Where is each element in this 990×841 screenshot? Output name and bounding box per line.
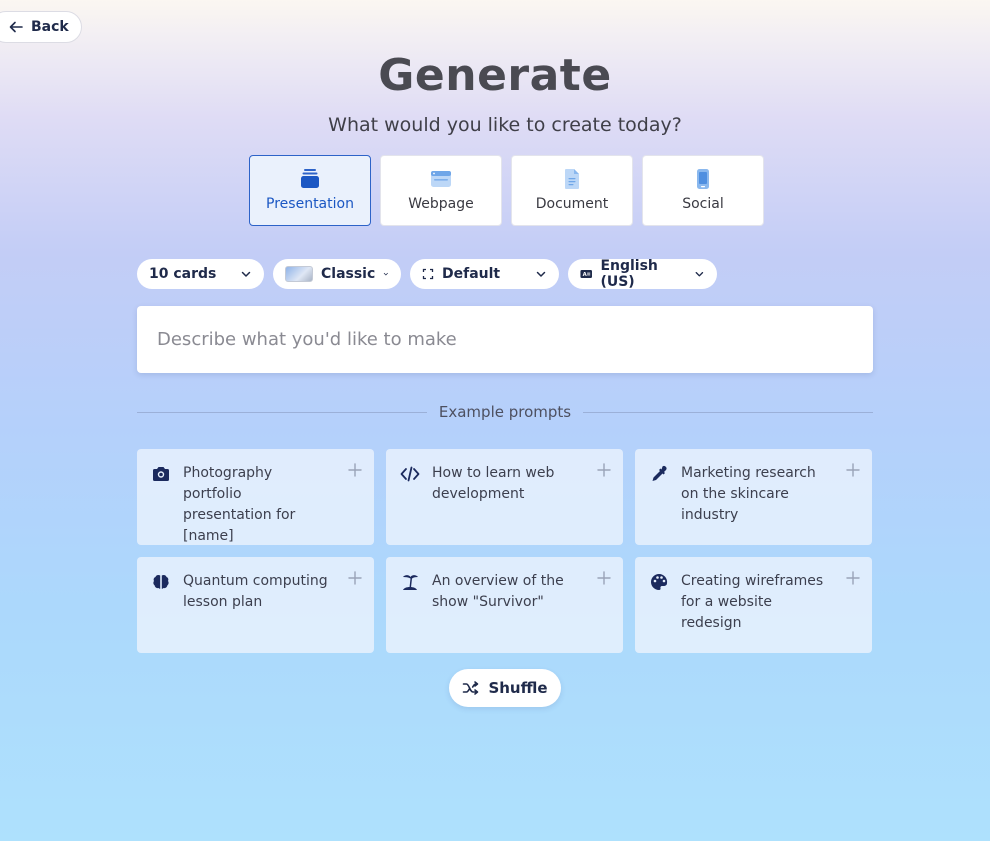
type-webpage[interactable]: Webpage <box>380 155 502 226</box>
example-prompt-card[interactable]: Marketing research on the skincare indus… <box>635 449 872 545</box>
example-prompts-label: Example prompts <box>438 403 572 421</box>
divider-line <box>137 411 427 413</box>
back-button[interactable]: Back <box>0 11 82 43</box>
example-prompt-card[interactable]: Quantum computing lesson plan <box>137 557 374 653</box>
language-icon: A <box>580 270 592 278</box>
example-prompt-card[interactable]: An overview of the show "Survivor" <box>386 557 623 653</box>
generation-options: 10 cards Classic Default A English (US) <box>137 258 717 290</box>
back-label: Back <box>31 19 69 35</box>
palette-icon <box>651 573 668 590</box>
example-prompt-text: How to learn web development <box>432 465 555 502</box>
type-document[interactable]: Document <box>511 155 633 226</box>
prompt-input[interactable] <box>157 329 853 350</box>
document-icon <box>565 169 579 189</box>
content-type-selector: Presentation Webpage Document Social <box>249 155 764 226</box>
prompt-box <box>137 306 873 373</box>
plus-icon <box>348 463 362 477</box>
example-prompt-text: Quantum computing lesson plan <box>183 573 328 610</box>
frame-icon <box>422 268 434 280</box>
type-presentation-label: Presentation <box>266 196 354 212</box>
plus-icon <box>597 463 611 477</box>
shuffle-label: Shuffle <box>488 679 548 697</box>
arrow-left-icon <box>9 21 23 33</box>
social-icon <box>697 169 709 189</box>
brain-icon <box>153 575 169 589</box>
example-prompt-text: Marketing research on the skincare indus… <box>681 465 816 523</box>
example-prompt-text: Creating wireframes for a website redesi… <box>681 573 824 631</box>
layout-dropdown[interactable]: Default <box>410 259 559 289</box>
chevron-down-icon <box>536 271 546 277</box>
divider-line <box>583 411 873 413</box>
chevron-down-icon <box>384 272 389 276</box>
type-social-label: Social <box>682 196 724 212</box>
type-presentation[interactable]: Presentation <box>249 155 371 226</box>
example-prompts-divider: Example prompts <box>137 400 873 424</box>
language-value: English (US) <box>600 258 658 290</box>
example-prompts-grid: Photography portfolio presentation for [… <box>137 449 873 653</box>
code-icon <box>400 466 420 482</box>
page-subtitle: What would you like to create today? <box>328 114 682 136</box>
plus-icon <box>846 463 860 477</box>
example-prompt-card[interactable]: Creating wireframes for a website redesi… <box>635 557 872 653</box>
plus-icon <box>846 571 860 585</box>
language-dropdown[interactable]: A English (US) <box>568 258 717 290</box>
example-prompt-card[interactable]: How to learn web development <box>386 449 623 545</box>
chevron-down-icon <box>695 271 704 277</box>
example-prompt-text: An overview of the show "Survivor" <box>432 573 564 610</box>
dropper-icon <box>652 466 667 481</box>
cards-count-value: 10 cards <box>149 266 217 282</box>
example-prompt-card[interactable]: Photography portfolio presentation for [… <box>137 449 374 545</box>
theme-dropdown[interactable]: Classic <box>273 259 401 289</box>
theme-value: Classic <box>321 266 376 282</box>
example-prompt-text: Photography portfolio presentation for [… <box>183 465 296 544</box>
plus-icon <box>597 571 611 585</box>
webpage-icon <box>431 171 451 187</box>
shuffle-icon <box>463 681 479 695</box>
cards-count-dropdown[interactable]: 10 cards <box>137 259 264 289</box>
plus-icon <box>348 571 362 585</box>
camera-icon <box>153 467 169 481</box>
layout-value: Default <box>442 266 501 282</box>
island-icon <box>403 575 418 590</box>
type-social[interactable]: Social <box>642 155 764 226</box>
shuffle-button[interactable]: Shuffle <box>449 669 561 707</box>
theme-thumbnail <box>285 266 313 282</box>
page-title: Generate <box>378 50 612 101</box>
chevron-down-icon <box>241 271 251 277</box>
presentation-icon <box>301 169 319 188</box>
type-webpage-label: Webpage <box>408 196 474 212</box>
type-document-label: Document <box>535 196 609 212</box>
